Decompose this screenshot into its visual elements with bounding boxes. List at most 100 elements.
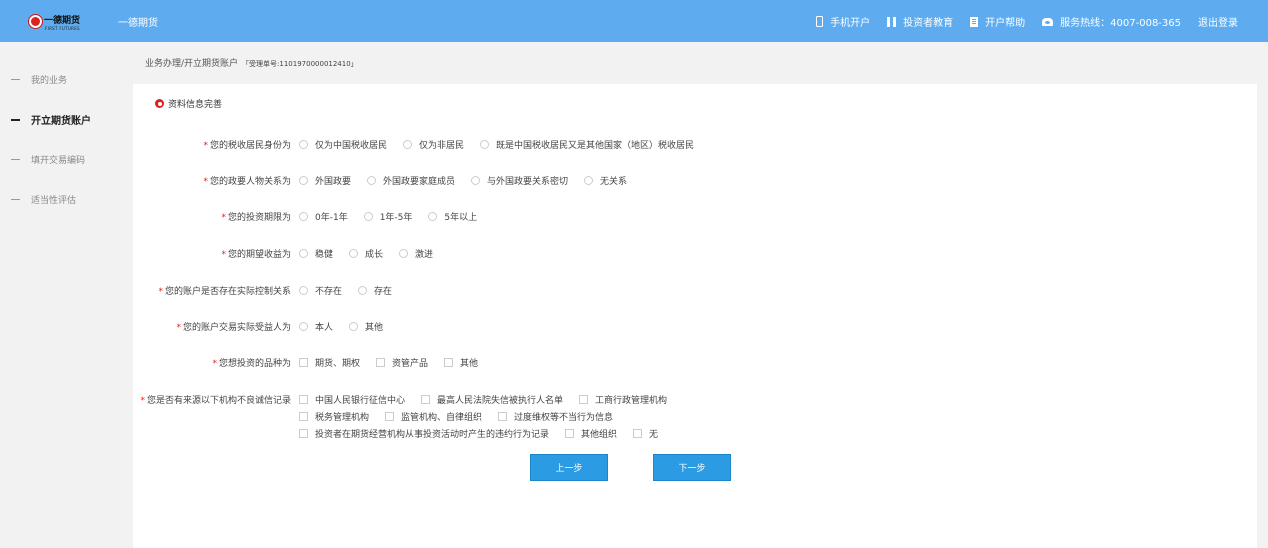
radio-option[interactable]: 存在	[358, 284, 392, 297]
radio-option[interactable]: 稳健	[299, 247, 333, 260]
checkbox[interactable]	[444, 358, 454, 367]
radio-option[interactable]: 无关系	[584, 174, 627, 187]
radio-option[interactable]: 与外国政要关系密切	[471, 174, 568, 187]
checkbox[interactable]	[579, 395, 589, 404]
radio-button[interactable]	[299, 286, 308, 295]
checkbox-option[interactable]: 无	[633, 427, 658, 440]
question-text: 您的账户交易实际受益人为	[182, 323, 291, 333]
nav-label: 投资者教育	[903, 18, 954, 29]
option-label: 1年-5年	[379, 213, 413, 223]
radio-button[interactable]	[363, 212, 373, 221]
radio-button[interactable]	[399, 249, 409, 258]
radio-button[interactable]	[358, 286, 368, 295]
checkbox[interactable]	[299, 395, 308, 404]
checkbox-option[interactable]: 投资者在期货经营机构从事投资活动时产生的违约行为记录	[299, 427, 549, 440]
brand-name: 一德期货	[118, 18, 158, 29]
nav-investor-education[interactable]: 投资者教育	[887, 14, 953, 29]
nav-service-hotline[interactable]: 服务热线：4007-008-365	[1042, 14, 1181, 29]
required-marker: *	[140, 396, 145, 406]
radio-option[interactable]: 既是中国税收居民又是其他国家（地区）税收居民	[480, 138, 694, 151]
option-label: 中国人民银行征信中心	[315, 396, 406, 406]
radio-option[interactable]: 外国政要	[299, 174, 351, 187]
ticket-number: 「受理单号:1101970000012410」	[242, 60, 358, 68]
sidebar-item-trading-code[interactable]: 填开交易编码	[11, 153, 85, 166]
radio-button[interactable]	[299, 176, 308, 185]
checkbox-option[interactable]: 工商行政管理机构	[579, 393, 667, 406]
checkbox-option[interactable]: 资管产品	[376, 356, 428, 369]
radio-button[interactable]	[349, 322, 359, 331]
option-label: 税务管理机构	[315, 413, 370, 423]
radio-button[interactable]	[403, 140, 413, 149]
checkbox[interactable]	[299, 429, 308, 438]
required-marker: *	[203, 141, 208, 151]
checkbox[interactable]	[376, 358, 386, 367]
nav-logout[interactable]: 退出登录	[1198, 14, 1238, 29]
checkbox[interactable]	[498, 412, 508, 421]
radio-option[interactable]: 外国政要家庭成员	[367, 174, 455, 187]
checkbox-option[interactable]: 税务管理机构	[299, 410, 369, 423]
sidebar-item-label: 填开交易编码	[31, 156, 86, 166]
checkbox-option[interactable]: 过度维权等不当行为信息	[498, 410, 613, 423]
prev-step-button[interactable]: 上一步	[530, 454, 608, 481]
next-step-button[interactable]: 下一步	[653, 454, 731, 481]
sidebar-item-label: 适当性评估	[31, 196, 77, 206]
sidebar-item-open-account[interactable]: 开立期货账户	[11, 112, 91, 127]
radio-option[interactable]: 激进	[399, 247, 433, 260]
option-label: 5年以上	[444, 213, 478, 223]
checkbox-option[interactable]: 其他组织	[565, 427, 617, 440]
option-label: 过度维权等不当行为信息	[514, 413, 614, 423]
radio-button[interactable]	[480, 140, 490, 149]
checkbox-option[interactable]: 监管机构、自律组织	[385, 410, 482, 423]
dash-icon	[11, 199, 20, 200]
question-label: * 您的政要人物关系为	[203, 174, 291, 187]
radio-option[interactable]: 0年-1年	[299, 210, 348, 223]
question-options: 仅为中国税收居民 仅为非居民 既是中国税收居民又是其他国家（地区）税收居民	[299, 138, 710, 151]
option-label: 资管产品	[392, 359, 429, 369]
question-options: 外国政要 外国政要家庭成员 与外国政要关系密切 无关系	[299, 174, 643, 187]
nav-mobile-account[interactable]: 手机开户	[816, 14, 870, 29]
radio-button[interactable]	[367, 176, 377, 185]
radio-option[interactable]: 不存在	[299, 284, 342, 297]
question-label: * 您的账户是否存在实际控制关系	[158, 284, 291, 297]
checkbox[interactable]	[421, 395, 431, 404]
sidebar-item-my-business[interactable]: 我的业务	[11, 73, 67, 86]
radio-button[interactable]	[299, 140, 308, 149]
help-icon	[970, 16, 979, 27]
checkbox[interactable]	[633, 429, 643, 438]
option-label: 其他	[365, 323, 384, 333]
radio-option[interactable]: 仅为中国税收居民	[299, 138, 387, 151]
sidebar-item-suitability[interactable]: 适当性评估	[11, 193, 76, 206]
option-label: 工商行政管理机构	[595, 396, 668, 406]
checkbox[interactable]	[565, 429, 575, 438]
checkbox-option[interactable]: 其他	[444, 356, 478, 369]
checkbox-option[interactable]: 中国人民银行征信中心	[299, 393, 405, 406]
question-label: * 您的账户交易实际受益人为	[176, 320, 291, 333]
radio-button[interactable]	[299, 212, 308, 221]
question-label: * 您是否有来源以下机构不良诚信记录	[140, 393, 291, 406]
option-label: 激进	[415, 250, 434, 260]
nav-account-help[interactable]: 开户帮助	[970, 14, 1025, 29]
option-label: 既是中国税收居民又是其他国家（地区）税收居民	[496, 141, 695, 151]
radio-button[interactable]	[428, 212, 438, 221]
radio-option[interactable]: 本人	[299, 320, 333, 333]
radio-option[interactable]: 其他	[349, 320, 383, 333]
option-label: 最高人民法院失信被执行人名单	[437, 396, 564, 406]
radio-button[interactable]	[299, 249, 308, 258]
radio-option[interactable]: 1年-5年	[363, 210, 413, 223]
checkbox-option[interactable]: 最高人民法院失信被执行人名单	[421, 393, 563, 406]
radio-button[interactable]	[299, 322, 308, 331]
radio-button[interactable]	[471, 176, 481, 185]
radio-option[interactable]: 成长	[349, 247, 383, 260]
checkbox[interactable]	[385, 412, 395, 421]
question-label: * 您的税收居民身份为	[203, 138, 291, 151]
radio-option[interactable]: 仅为非居民	[403, 138, 464, 151]
checkbox[interactable]	[299, 412, 308, 421]
checkbox-option[interactable]: 期货、期权	[299, 356, 360, 369]
checkbox[interactable]	[299, 358, 308, 367]
radio-button[interactable]	[584, 176, 594, 185]
top-header: 一德期货 FIRST FUTURES 一德期货 手机开户 投资者教育 开户帮助 …	[0, 0, 1268, 42]
radio-option[interactable]: 5年以上	[428, 210, 477, 223]
radio-button[interactable]	[349, 249, 359, 258]
sidebar: 我的业务 开立期货账户 填开交易编码 适当性评估	[0, 42, 133, 548]
company-logo[interactable]: 一德期货 FIRST FUTURES	[29, 13, 81, 31]
